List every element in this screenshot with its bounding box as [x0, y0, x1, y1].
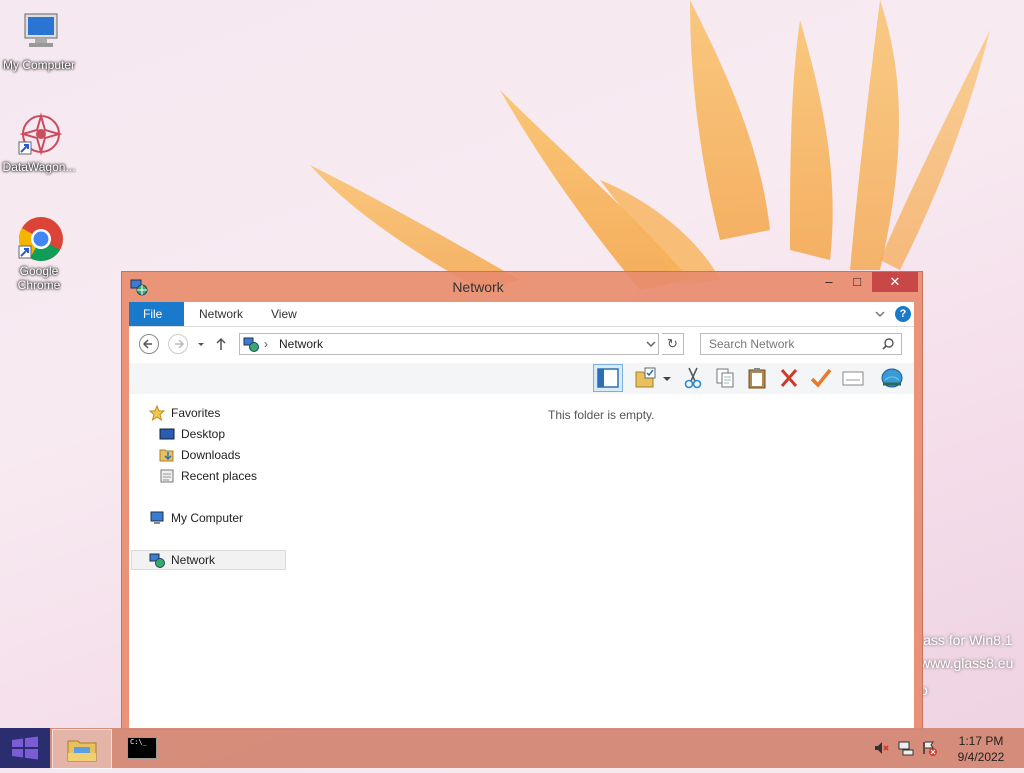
- network-status-icon[interactable]: [898, 740, 914, 756]
- system-clock[interactable]: 1:17 PM 9/4/2022: [950, 733, 1012, 765]
- desktop-icon-datawagon[interactable]: DataWagon...: [0, 110, 78, 174]
- watermark-line-1: lass for Win8.1: [920, 632, 1013, 648]
- star-icon: [148, 404, 166, 422]
- volume-muted-icon[interactable]: [873, 740, 889, 756]
- navigation-pane: Favorites Desktop Downloads Recent place…: [129, 394, 289, 729]
- delete-icon[interactable]: [776, 366, 802, 390]
- folder-options-icon[interactable]: [633, 366, 659, 390]
- close-button[interactable]: ✕: [872, 272, 918, 292]
- action-center-icon[interactable]: [922, 740, 938, 756]
- nav-label: Downloads: [181, 448, 241, 462]
- title-bar[interactable]: Network – □ ✕: [122, 272, 922, 302]
- search-input[interactable]: Search Network: [700, 333, 902, 355]
- tab-view[interactable]: View: [257, 302, 311, 326]
- preview-pane-icon[interactable]: [593, 364, 623, 392]
- nav-label: My Computer: [171, 511, 244, 525]
- watermark-line-2: www.glass8.eu: [920, 655, 1014, 671]
- datawagon-icon: [15, 110, 63, 158]
- address-row: › Network ↻ Search Network: [129, 327, 914, 363]
- window-title: Network: [452, 279, 504, 295]
- taskbar-command-prompt[interactable]: C:\_: [114, 729, 172, 767]
- explorer-window: Network – □ ✕ File Network View ? › Netw…: [121, 271, 923, 730]
- desktop-icon: [159, 426, 175, 442]
- checkmark-icon[interactable]: [808, 366, 834, 390]
- cut-icon[interactable]: [680, 366, 706, 390]
- folder-options-dropdown-icon[interactable]: [661, 366, 673, 390]
- search-icon[interactable]: [881, 337, 895, 351]
- network-icon: [149, 552, 165, 568]
- ribbon-tabs: File Network View ?: [129, 302, 914, 327]
- taskbar: C:\_ 1:17 PM 9/4/2022: [0, 728, 1024, 769]
- nav-label: Recent places: [181, 469, 258, 483]
- computer-icon: [149, 510, 165, 526]
- nav-label: Favorites: [171, 406, 221, 420]
- taskbar-file-explorer[interactable]: [52, 729, 112, 769]
- back-button[interactable]: [139, 334, 159, 354]
- network-globe-icon[interactable]: [879, 366, 905, 390]
- start-button[interactable]: [0, 728, 50, 768]
- minimize-button[interactable]: –: [814, 272, 844, 292]
- network-icon: [243, 336, 259, 352]
- search-placeholder: Search Network: [709, 337, 795, 351]
- downloads-icon: [159, 447, 175, 463]
- clock-time: 1:17 PM: [958, 734, 1004, 748]
- copy-icon[interactable]: [712, 366, 738, 390]
- clock-date: 9/4/2022: [957, 750, 1005, 764]
- help-icon[interactable]: ?: [895, 306, 911, 322]
- breadcrumb-separator: ›: [264, 337, 268, 351]
- maximize-button[interactable]: □: [842, 272, 872, 292]
- empty-folder-message: This folder is empty.: [548, 408, 655, 422]
- chevron-down-icon[interactable]: [872, 306, 888, 322]
- desktop-icon-google-chrome[interactable]: Google Chrome: [0, 214, 78, 292]
- recent-locations-icon[interactable]: [195, 337, 207, 351]
- desktop-icon-label: DataWagon...: [2, 160, 76, 174]
- refresh-button[interactable]: ↻: [662, 333, 684, 355]
- computer-icon: [15, 8, 63, 56]
- tab-file[interactable]: File: [129, 302, 184, 326]
- content-area: Favorites Desktop Downloads Recent place…: [129, 394, 914, 729]
- desktop-icon-label: Google Chrome: [17, 264, 61, 292]
- recent-places-icon: [159, 468, 175, 484]
- nav-label: Network: [171, 553, 216, 567]
- nav-label: Desktop: [181, 427, 226, 441]
- tab-network[interactable]: Network: [185, 302, 257, 326]
- desktop-icon-my-computer[interactable]: My Computer: [0, 8, 78, 72]
- desktop-icon-label: My Computer: [2, 58, 76, 72]
- file-explorer-icon: [66, 735, 98, 763]
- forward-button[interactable]: [168, 334, 188, 354]
- address-dropdown-icon[interactable]: [644, 337, 658, 351]
- chrome-icon: [15, 214, 63, 262]
- up-arrow-icon[interactable]: [213, 336, 229, 352]
- breadcrumb-network[interactable]: Network: [279, 337, 323, 351]
- address-bar[interactable]: › Network: [239, 333, 659, 355]
- command-toolbar: [129, 363, 914, 395]
- paste-icon[interactable]: [744, 366, 770, 390]
- properties-icon[interactable]: [840, 366, 866, 390]
- command-prompt-icon: C:\_: [127, 737, 157, 759]
